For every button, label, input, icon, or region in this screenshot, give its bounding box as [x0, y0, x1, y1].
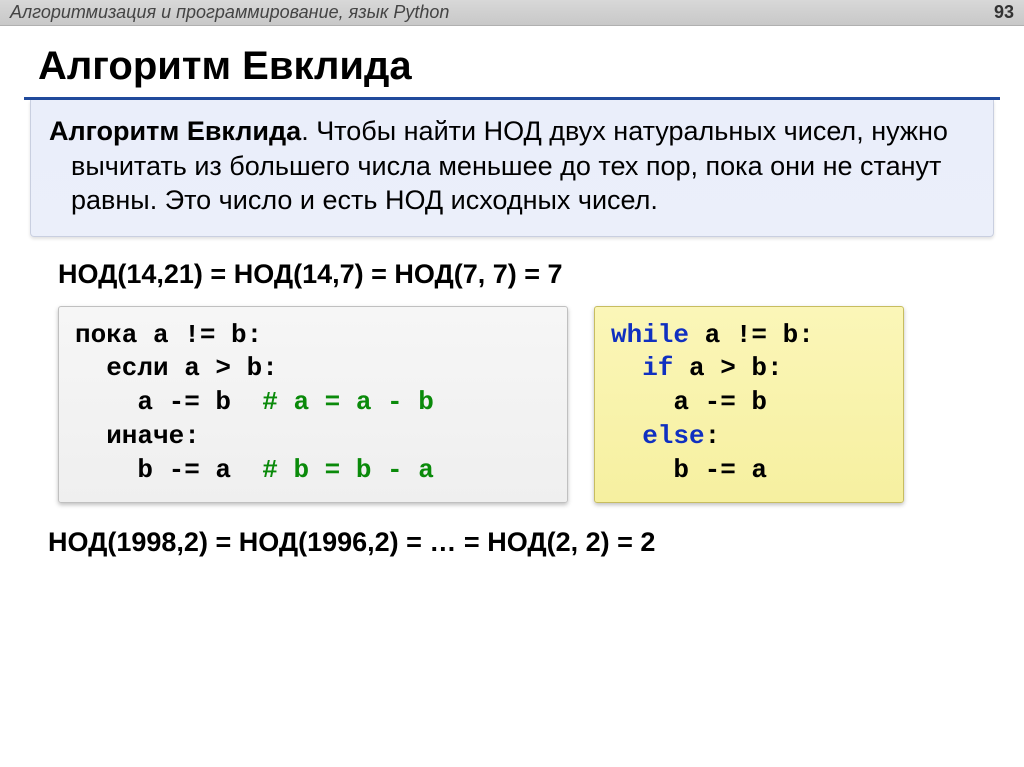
definition-title: Алгоритм Евклида [49, 116, 301, 146]
example-line-2: НОД(1998,2) = НОД(1996,2) = … = НОД(2, 2… [48, 527, 1024, 558]
code-line: если a > b: [75, 353, 278, 383]
code-keyword: else [611, 421, 705, 451]
python-code-box: while a != b: if a > b: a -= b else: b -… [594, 306, 904, 503]
code-keyword: if [611, 353, 673, 383]
page-title: Алгоритм Евклида [38, 44, 1024, 89]
code-line: иначе: [75, 421, 200, 451]
code-line: a -= b [75, 387, 262, 417]
header-bar: Алгоритмизация и программирование, язык … [0, 0, 1024, 26]
definition-box: Алгоритм Евклида. Чтобы найти НОД двух н… [30, 100, 994, 237]
header-title: Алгоритмизация и программирование, язык … [10, 2, 449, 23]
code-line: : [705, 421, 721, 451]
code-line: пока a != b: [75, 320, 262, 350]
code-line: a -= b [611, 387, 767, 417]
page-number: 93 [994, 2, 1014, 23]
example-line-1: НОД(14,21) = НОД(14,7) = НОД(7, 7) = 7 [58, 259, 1024, 290]
code-line: a != b: [689, 320, 814, 350]
code-keyword: while [611, 320, 689, 350]
code-line: b -= a [611, 455, 767, 485]
pseudocode-box: пока a != b: если a > b: a -= b # a = a … [58, 306, 568, 503]
code-comment: # b = b - a [262, 455, 434, 485]
code-comment: # a = a - b [262, 387, 434, 417]
code-line: a > b: [673, 353, 782, 383]
code-line: b -= a [75, 455, 262, 485]
code-row: пока a != b: если a > b: a -= b # a = a … [58, 306, 994, 503]
